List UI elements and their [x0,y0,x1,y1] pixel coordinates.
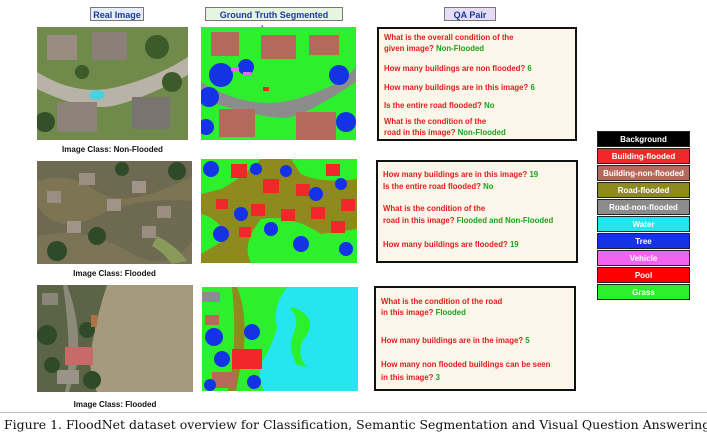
qa-2-line-4: road in this image? Flooded and Non-Floo… [383,216,554,225]
legend-water: Water [597,216,690,232]
legend-building-flooded: Building-flooded [597,148,690,164]
qa-1-line-4: How many buildings are in this image? 6 [384,83,535,92]
qa-3-line-1: What is the condition of the road [381,297,503,306]
legend-pool: Pool [597,267,690,283]
real-image-non-flooded [37,27,188,140]
legend-vehicle: Vehicle [597,250,690,266]
qa-1-line-5: Is the entire road flooded? No [384,101,495,110]
header-qa-pair: QA Pair [444,7,496,21]
legend-building-non-flooded: Building-non-flooded [597,165,690,181]
qa-2-line-1: How many buildings are in this image? 19 [383,170,539,179]
legend-background: Background [597,131,690,147]
header-ground-truth: Ground Truth Segmented Image [205,7,343,34]
qa-2-line-2: Is the entire road flooded? No [383,182,494,191]
qa-1-line-1: What is the overall condition of the [384,33,514,42]
real-image-flooded-2 [37,285,193,392]
qa-1-line-7: road in this image? Non-Flooded [384,128,506,137]
legend-road-non-flooded: Road-non-flooded [597,199,690,215]
qa-3-line-2: in this image? Flooded [381,308,466,317]
row-2-caption: Image Class: Flooded [73,269,156,278]
qa-box-3: What is the condition of the road in thi… [374,286,576,391]
real-image-flooded-1 [37,161,192,264]
row-3-caption: Image Class: Flooded [73,400,157,409]
qa-1-line-6: What is the condition of the [384,117,487,126]
segmentation-non-flooded [201,27,356,140]
qa-box-2: How many buildings are in this image? 19… [376,160,578,263]
qa-1-line-3: How many buildings are non flooded? 6 [384,64,532,73]
legend-tree: Tree [597,233,690,249]
figure-caption: Figure 1. FloodNet dataset overview for … [4,417,707,432]
qa-box-1: What is the overall condition of the giv… [377,27,577,141]
qa-3-line-4: How many non flooded buildings can be se… [381,360,551,369]
segmentation-legend: Background Building-flooded Building-non… [597,131,690,301]
qa-3-line-3: How many buildings are in the image? 5 [381,336,530,345]
row-1-caption: Image Class: Non-Flooded [62,145,163,154]
caption-divider [0,412,707,413]
segmentation-flooded-2 [202,287,358,391]
qa-3-line-5: in this image? 3 [381,373,440,382]
legend-road-flooded: Road-flooded [597,182,690,198]
segmentation-flooded-1 [201,159,357,263]
legend-grass: Grass [597,284,690,300]
qa-1-line-2: given image? Non-Flooded [384,44,485,53]
header-real-image: Real Image [90,7,144,21]
qa-2-line-3: What is the condition of the [383,204,486,213]
qa-2-line-5: How many buildings are flooded? 19 [383,240,519,249]
